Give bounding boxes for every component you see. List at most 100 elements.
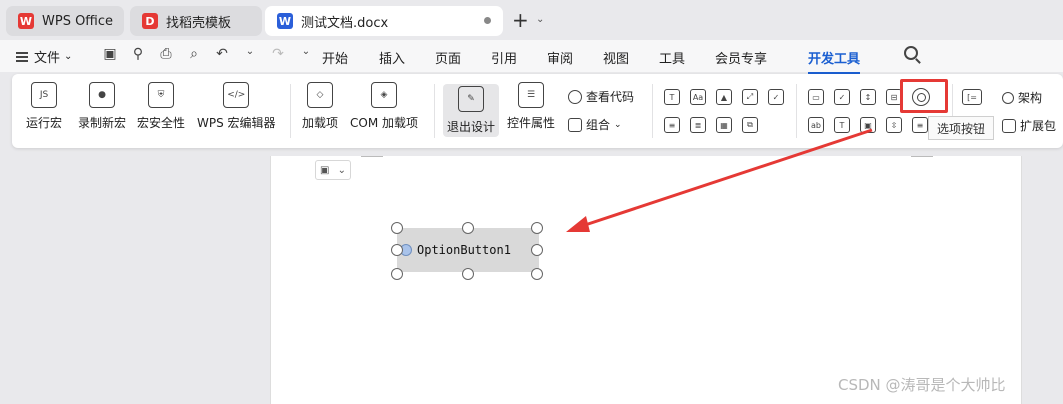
chevron-down-icon[interactable]: ⌄ [240,46,260,62]
tab-page[interactable]: 页面 [435,48,461,67]
wps-logo-icon: W [18,13,34,29]
record-macro-label: 录制新宏 [78,116,127,130]
resize-handle-top-right[interactable] [531,222,543,234]
control-properties-button[interactable]: ☰ 控件属性 [507,82,555,131]
run-macro-label: 运行宏 [26,116,63,130]
exit-design-mode-button[interactable]: ✎ 退出设计 [443,84,500,137]
tab-references[interactable]: 引用 [491,48,517,67]
plain-text-control-icon[interactable]: T [664,89,680,105]
file-menu-label: 文件 [34,51,61,66]
resize-handle-bottom[interactable] [462,268,474,280]
link-icon[interactable]: ⚲ [128,46,148,62]
extension-pack-label: 扩展包 [1020,119,1057,133]
tab-label: 测试文档.docx [301,15,389,31]
option-button-label: OptionButton1 [417,243,511,257]
view-code-icon [568,89,582,104]
group-icon [568,117,582,132]
search-icon[interactable] [904,46,918,60]
chevron-down-icon[interactable]: ⌄ [338,165,346,176]
addins-button[interactable]: ◇ 加载项 [302,82,338,131]
resize-handle-bottom-left[interactable] [391,268,403,280]
hamburger-menu-icon [16,51,28,62]
chevron-down-icon[interactable]: ⌄ [536,14,544,25]
image-control-icon[interactable]: ▣ [860,117,876,133]
design-mode-icon: ✎ [458,86,484,112]
file-menu-button[interactable]: 文件 ⌄ [16,47,72,66]
tab-wps-office[interactable]: W WPS Office [6,6,124,36]
chevron-down-icon: ⌄ [64,51,73,62]
shield-icon: ⛨ [148,82,174,108]
save-icon[interactable]: ▣ [100,46,120,62]
redo-icon[interactable]: ↷ [268,46,288,62]
resize-handle-top[interactable] [462,222,474,234]
tab-developer-tools[interactable]: 开发工具 [808,48,861,74]
textbox-control-icon[interactable]: T [834,117,850,133]
tab-member[interactable]: 会员专享 [715,48,767,67]
tab-strip: W WPS Office D 找稻壳模板 W 测试文档.docx + ⌄ [0,0,1063,40]
structure-icon [1002,91,1014,104]
code-editor-icon: </> [223,82,250,108]
unsaved-dot-icon[interactable] [484,17,491,24]
spin-button-control-icon[interactable]: ↕ [860,89,876,105]
group-button[interactable]: 组合 ⌄ [568,116,622,133]
com-addins-label: COM 加载项 [350,116,418,130]
group-label: 组合 [586,118,611,132]
divider [434,84,435,138]
option-button-control[interactable]: OptionButton1 [397,228,539,272]
combo-box-control-icon[interactable]: ≡ [664,117,680,133]
com-addins-button[interactable]: ◈ COM 加载项 [350,82,418,131]
properties-icon: ☰ [518,82,544,108]
repeating-section-control-icon[interactable]: ⧉ [742,117,758,133]
quick-access-toolbar: ▣ ⚲ ⎙ ⌕ ↶ ⌄ ↷ ⌄ [100,46,316,62]
new-tab-plus-icon[interactable]: + [512,8,529,32]
wps-macro-editor-button[interactable]: </> WPS 宏编辑器 [197,82,276,131]
checkbox-control-icon[interactable]: ✓ [834,89,850,105]
exit-design-mode-label: 退出设计 [447,120,496,134]
run-macro-button[interactable]: JS 运行宏 [26,82,62,131]
design-panel-icon[interactable]: [= [962,89,982,105]
print-icon[interactable]: ⎙ [156,46,176,62]
checkbox-content-control-icon[interactable]: ✓ [768,89,784,105]
format-control-icon[interactable]: ▣ [320,165,329,176]
more-chevron-icon[interactable]: ⌄ [296,46,316,62]
record-macro-button[interactable]: ● 录制新宏 [78,82,126,131]
tab-docer-template[interactable]: D 找稻壳模板 [130,6,262,36]
tab-tools[interactable]: 工具 [659,48,685,67]
dropdown-list-control-icon[interactable]: ≣ [690,117,706,133]
resize-handle-bottom-right[interactable] [531,268,543,280]
structure-button[interactable]: 架构 [1002,89,1042,106]
watermark: CSDN @涛哥是个大帅比 [838,376,1006,394]
floating-toolbar[interactable]: ▣ ⌄ [315,160,351,180]
macro-security-button[interactable]: ⛨ 宏安全性 [137,82,185,131]
tab-label: WPS Office [42,13,114,29]
macro-security-label: 宏安全性 [137,116,186,130]
picture-control-icon[interactable]: ▲ [716,89,732,105]
scrollbar-control-icon[interactable]: ⇳ [886,117,902,133]
view-code-button[interactable]: 查看代码 [568,88,634,105]
com-cube-icon: ◈ [371,82,397,108]
option-button-highlight [900,79,948,113]
developer-ribbon: JS 运行宏 ● 录制新宏 ⛨ 宏安全性 </> WPS 宏编辑器 ◇ 加载项 … [12,74,1063,148]
undo-icon[interactable]: ↶ [212,46,232,62]
tab-view[interactable]: 视图 [603,48,629,67]
label-control-icon[interactable]: ab [808,117,824,133]
date-picker-control-icon[interactable]: ▦ [716,117,732,133]
print-preview-icon[interactable]: ⌕ [184,46,204,62]
extension-pack-button[interactable]: 扩展包 [1002,117,1056,134]
tab-test-document[interactable]: W 测试文档.docx [265,6,503,36]
tab-insert[interactable]: 插入 [379,48,405,67]
command-button-control-icon[interactable]: ▭ [808,89,824,105]
document-page[interactable]: ▣ ⌄ OptionButton1 [270,156,1022,404]
listbox-control-icon[interactable]: ≡ [912,117,928,133]
building-block-control-icon[interactable]: ⤢ [742,89,758,105]
resize-handle-right[interactable] [531,244,543,256]
docer-logo-icon: D [142,13,158,29]
run-macro-icon: JS [31,82,57,108]
tab-home[interactable]: 开始 [322,48,348,67]
addins-label: 加载项 [302,116,339,130]
tab-review[interactable]: 审阅 [547,48,573,67]
crop-mark [361,156,383,159]
resize-handle-left[interactable] [391,244,403,256]
resize-handle-top-left[interactable] [391,222,403,234]
rich-text-control-icon[interactable]: Aa [690,89,706,105]
